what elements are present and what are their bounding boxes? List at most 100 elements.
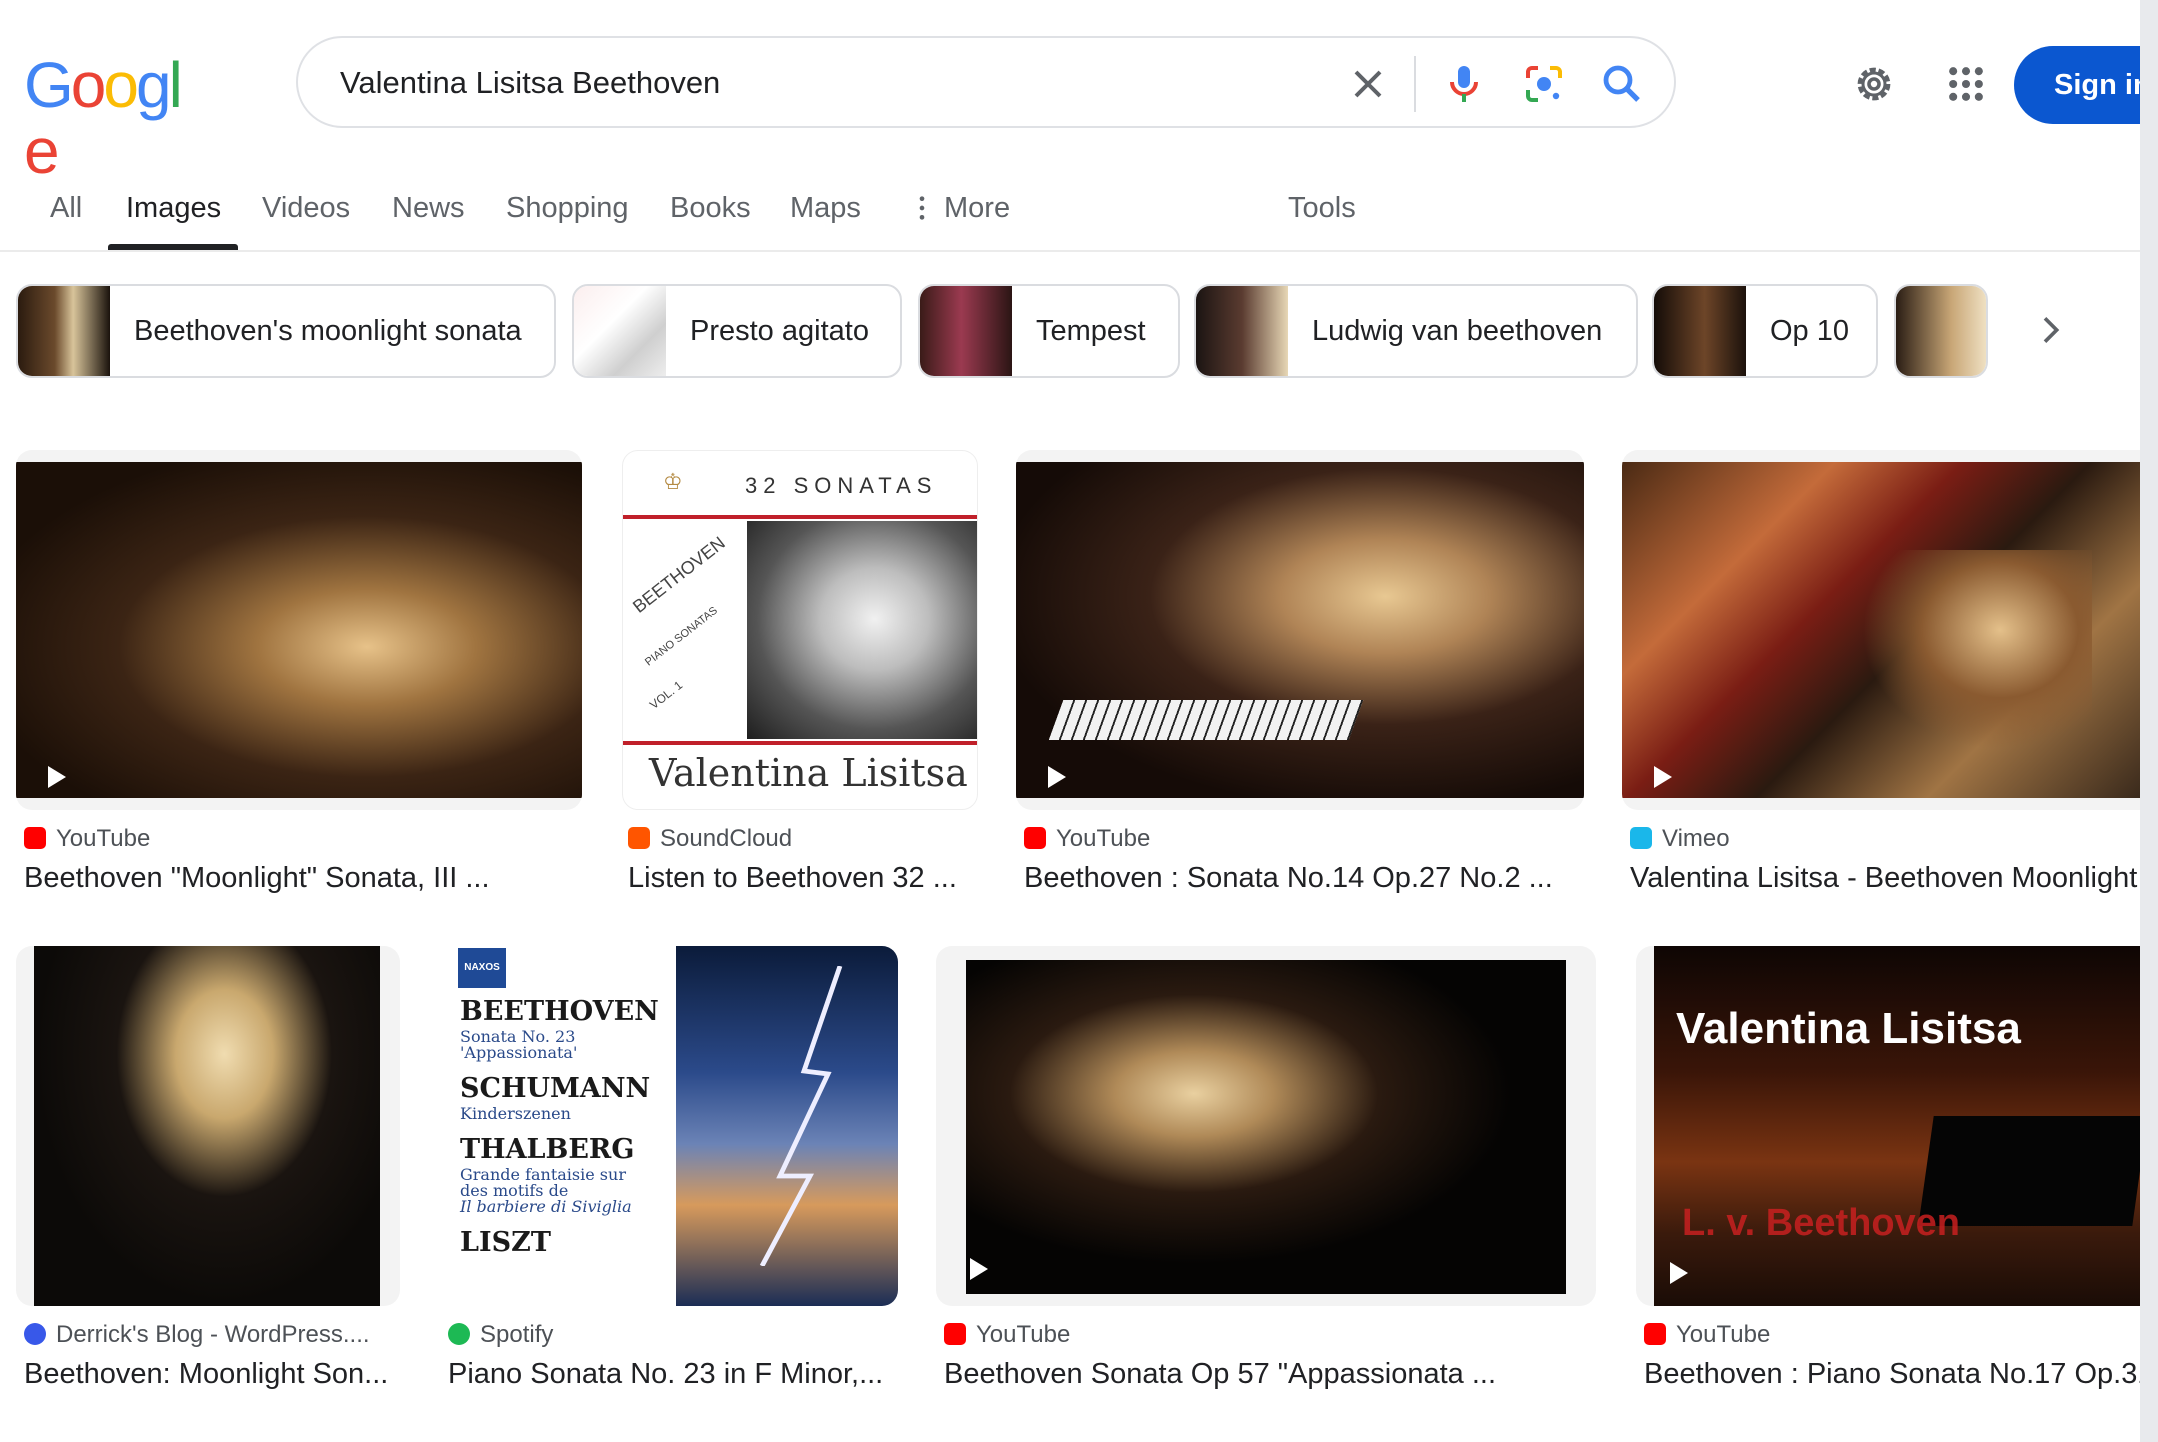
chip-ludwig-van-beethoven[interactable]: Ludwig van beethoven bbox=[1194, 284, 1638, 378]
google-lens-icon[interactable] bbox=[1520, 60, 1568, 108]
logo-letter: o bbox=[103, 49, 139, 121]
result-source: YouTube bbox=[1024, 824, 1150, 854]
album-cover-32-sonatas: ♔ 32 SONATAS BEETHOVEN PIANO SONATAS VOL… bbox=[622, 450, 978, 810]
result-thumbnail bbox=[16, 946, 400, 1306]
tab-news[interactable]: News bbox=[392, 188, 465, 228]
chip-moonlight-sonata[interactable]: Beethoven's moonlight sonata bbox=[16, 284, 556, 378]
result-thumbnail bbox=[16, 450, 582, 810]
result-card[interactable]: ♔ 32 SONATAS BEETHOVEN PIANO SONATAS VOL… bbox=[622, 450, 978, 900]
result-title: Piano Sonata No. 23 in F Minor,... bbox=[448, 1358, 884, 1390]
logo-letter: e bbox=[24, 115, 60, 187]
search-icon[interactable] bbox=[1598, 60, 1646, 108]
tab-more[interactable]: More bbox=[944, 188, 1010, 228]
result-title: Beethoven : Piano Sonata No.17 Op.31 bbox=[1644, 1358, 2140, 1390]
chip-presto-agitato[interactable]: Presto agitato bbox=[572, 284, 902, 378]
cover-portrait bbox=[747, 521, 977, 739]
result-card[interactable]: Vimeo Valentina Lisitsa - Beethoven Moon… bbox=[1622, 450, 2140, 900]
tab-all[interactable]: All bbox=[50, 188, 82, 228]
source-name: YouTube bbox=[1676, 1321, 1771, 1348]
search-box bbox=[296, 36, 1676, 128]
result-thumbnail bbox=[1016, 450, 1584, 810]
piano-keys bbox=[1048, 700, 1364, 740]
result-source: Vimeo bbox=[1630, 824, 1730, 854]
settings-icon[interactable] bbox=[1850, 60, 1898, 108]
logo-letter: G bbox=[24, 49, 74, 121]
lightning-icon bbox=[759, 966, 843, 1266]
play-icon bbox=[970, 1258, 988, 1280]
cover-line: Kinderszenen bbox=[460, 1104, 571, 1123]
tab-books[interactable]: Books bbox=[670, 188, 751, 228]
result-card[interactable]: YouTube Beethoven Sonata Op 57 "Appassio… bbox=[936, 946, 1596, 1396]
soundcloud-icon bbox=[628, 827, 650, 849]
chip-op-10[interactable]: Op 10 bbox=[1652, 284, 1878, 378]
chip-partial[interactable] bbox=[1894, 284, 1988, 378]
cover-line: 'Appassionata' bbox=[460, 1043, 578, 1062]
chip-label: Tempest bbox=[1036, 315, 1146, 347]
cover-stripe bbox=[623, 741, 977, 745]
microphone-icon[interactable] bbox=[1440, 60, 1488, 108]
chip-thumbnail bbox=[1896, 286, 1986, 376]
result-title: Valentina Lisitsa - Beethoven Moonlight bbox=[1630, 862, 2138, 894]
cover-line: SCHUMANN bbox=[460, 1073, 651, 1104]
pianist-photo bbox=[966, 960, 1566, 1294]
google-logo[interactable]: Googl e bbox=[24, 49, 206, 184]
result-card[interactable]: YouTube Beethoven "Moonlight" Sonata, II… bbox=[16, 450, 582, 900]
result-thumbnail: Valentina Lisitsa L. v. Beethoven bbox=[1636, 946, 2140, 1306]
tab-maps[interactable]: Maps bbox=[790, 188, 861, 228]
search-divider bbox=[1414, 56, 1416, 112]
cover-line: Il barbiere di Siviglia bbox=[460, 1197, 632, 1216]
tools-button[interactable]: Tools bbox=[1288, 188, 1356, 228]
source-name: YouTube bbox=[976, 1321, 1071, 1348]
result-title: Listen to Beethoven 32 ... bbox=[628, 862, 957, 894]
result-card[interactable]: NAXOS BEETHOVEN Sonata No. 23 'Appassion… bbox=[440, 946, 898, 1396]
pianist-portrait-photo bbox=[34, 946, 380, 1306]
youtube-icon bbox=[1024, 827, 1046, 849]
pianist-photo bbox=[16, 462, 582, 798]
result-source: YouTube bbox=[1644, 1320, 1770, 1350]
result-source: Spotify bbox=[448, 1320, 553, 1350]
wordpress-icon bbox=[24, 1323, 46, 1345]
result-title: Beethoven: Moonlight Son... bbox=[24, 1358, 389, 1390]
youtube-icon bbox=[1644, 1323, 1666, 1345]
cover-artist-name: Valentina Lisitsa bbox=[649, 751, 968, 795]
tab-videos[interactable]: Videos bbox=[262, 188, 350, 228]
cover-sub-text: PIANO SONATAS bbox=[643, 604, 720, 669]
result-card[interactable]: Valentina Lisitsa L. v. Beethoven YouTub… bbox=[1636, 946, 2140, 1396]
youtube-icon bbox=[24, 827, 46, 849]
chip-thumbnail bbox=[18, 286, 110, 376]
search-input[interactable] bbox=[338, 58, 1242, 108]
logo-letter: g bbox=[135, 49, 172, 121]
source-name: SoundCloud bbox=[660, 825, 793, 852]
play-icon bbox=[1654, 766, 1672, 788]
more-vert-icon bbox=[919, 196, 925, 220]
play-icon bbox=[48, 766, 66, 788]
label-logo-icon: ♔ bbox=[663, 469, 683, 494]
chip-label: Beethoven's moonlight sonata bbox=[134, 315, 522, 347]
cover-line: LISZT bbox=[460, 1227, 551, 1258]
cover-header: 32 SONATAS bbox=[745, 473, 938, 498]
cover-line: THALBERG bbox=[460, 1134, 635, 1165]
play-icon bbox=[1048, 766, 1066, 788]
result-card[interactable]: Derrick's Blog - WordPress.... Beethoven… bbox=[16, 946, 400, 1396]
tabs-divider bbox=[0, 250, 2140, 252]
chip-thumbnail bbox=[1654, 286, 1746, 376]
tab-shopping[interactable]: Shopping bbox=[506, 188, 629, 228]
google-apps-icon[interactable] bbox=[1944, 62, 1988, 106]
result-source: Derrick's Blog - WordPress.... bbox=[24, 1320, 370, 1350]
tab-images[interactable]: Images bbox=[126, 188, 221, 228]
chip-tempest[interactable]: Tempest bbox=[918, 284, 1180, 378]
chip-thumbnail bbox=[920, 286, 1012, 376]
result-card[interactable]: YouTube Beethoven : Sonata No.14 Op.27 N… bbox=[1016, 450, 1584, 900]
cover-side-text: BEETHOVEN bbox=[629, 532, 729, 617]
sign-in-button[interactable]: Sign in bbox=[2014, 46, 2158, 124]
pianist-figure bbox=[1862, 550, 2092, 750]
result-thumbnail bbox=[936, 946, 1596, 1306]
play-icon bbox=[1670, 1262, 1688, 1284]
chevron-right-icon[interactable] bbox=[2030, 310, 2070, 350]
result-thumbnail bbox=[1622, 450, 2140, 810]
naxos-badge: NAXOS bbox=[458, 948, 506, 988]
source-name: Vimeo bbox=[1662, 825, 1730, 852]
clear-icon[interactable] bbox=[1344, 60, 1392, 108]
source-name: YouTube bbox=[1056, 825, 1151, 852]
result-title: Beethoven "Moonlight" Sonata, III ... bbox=[24, 862, 490, 894]
